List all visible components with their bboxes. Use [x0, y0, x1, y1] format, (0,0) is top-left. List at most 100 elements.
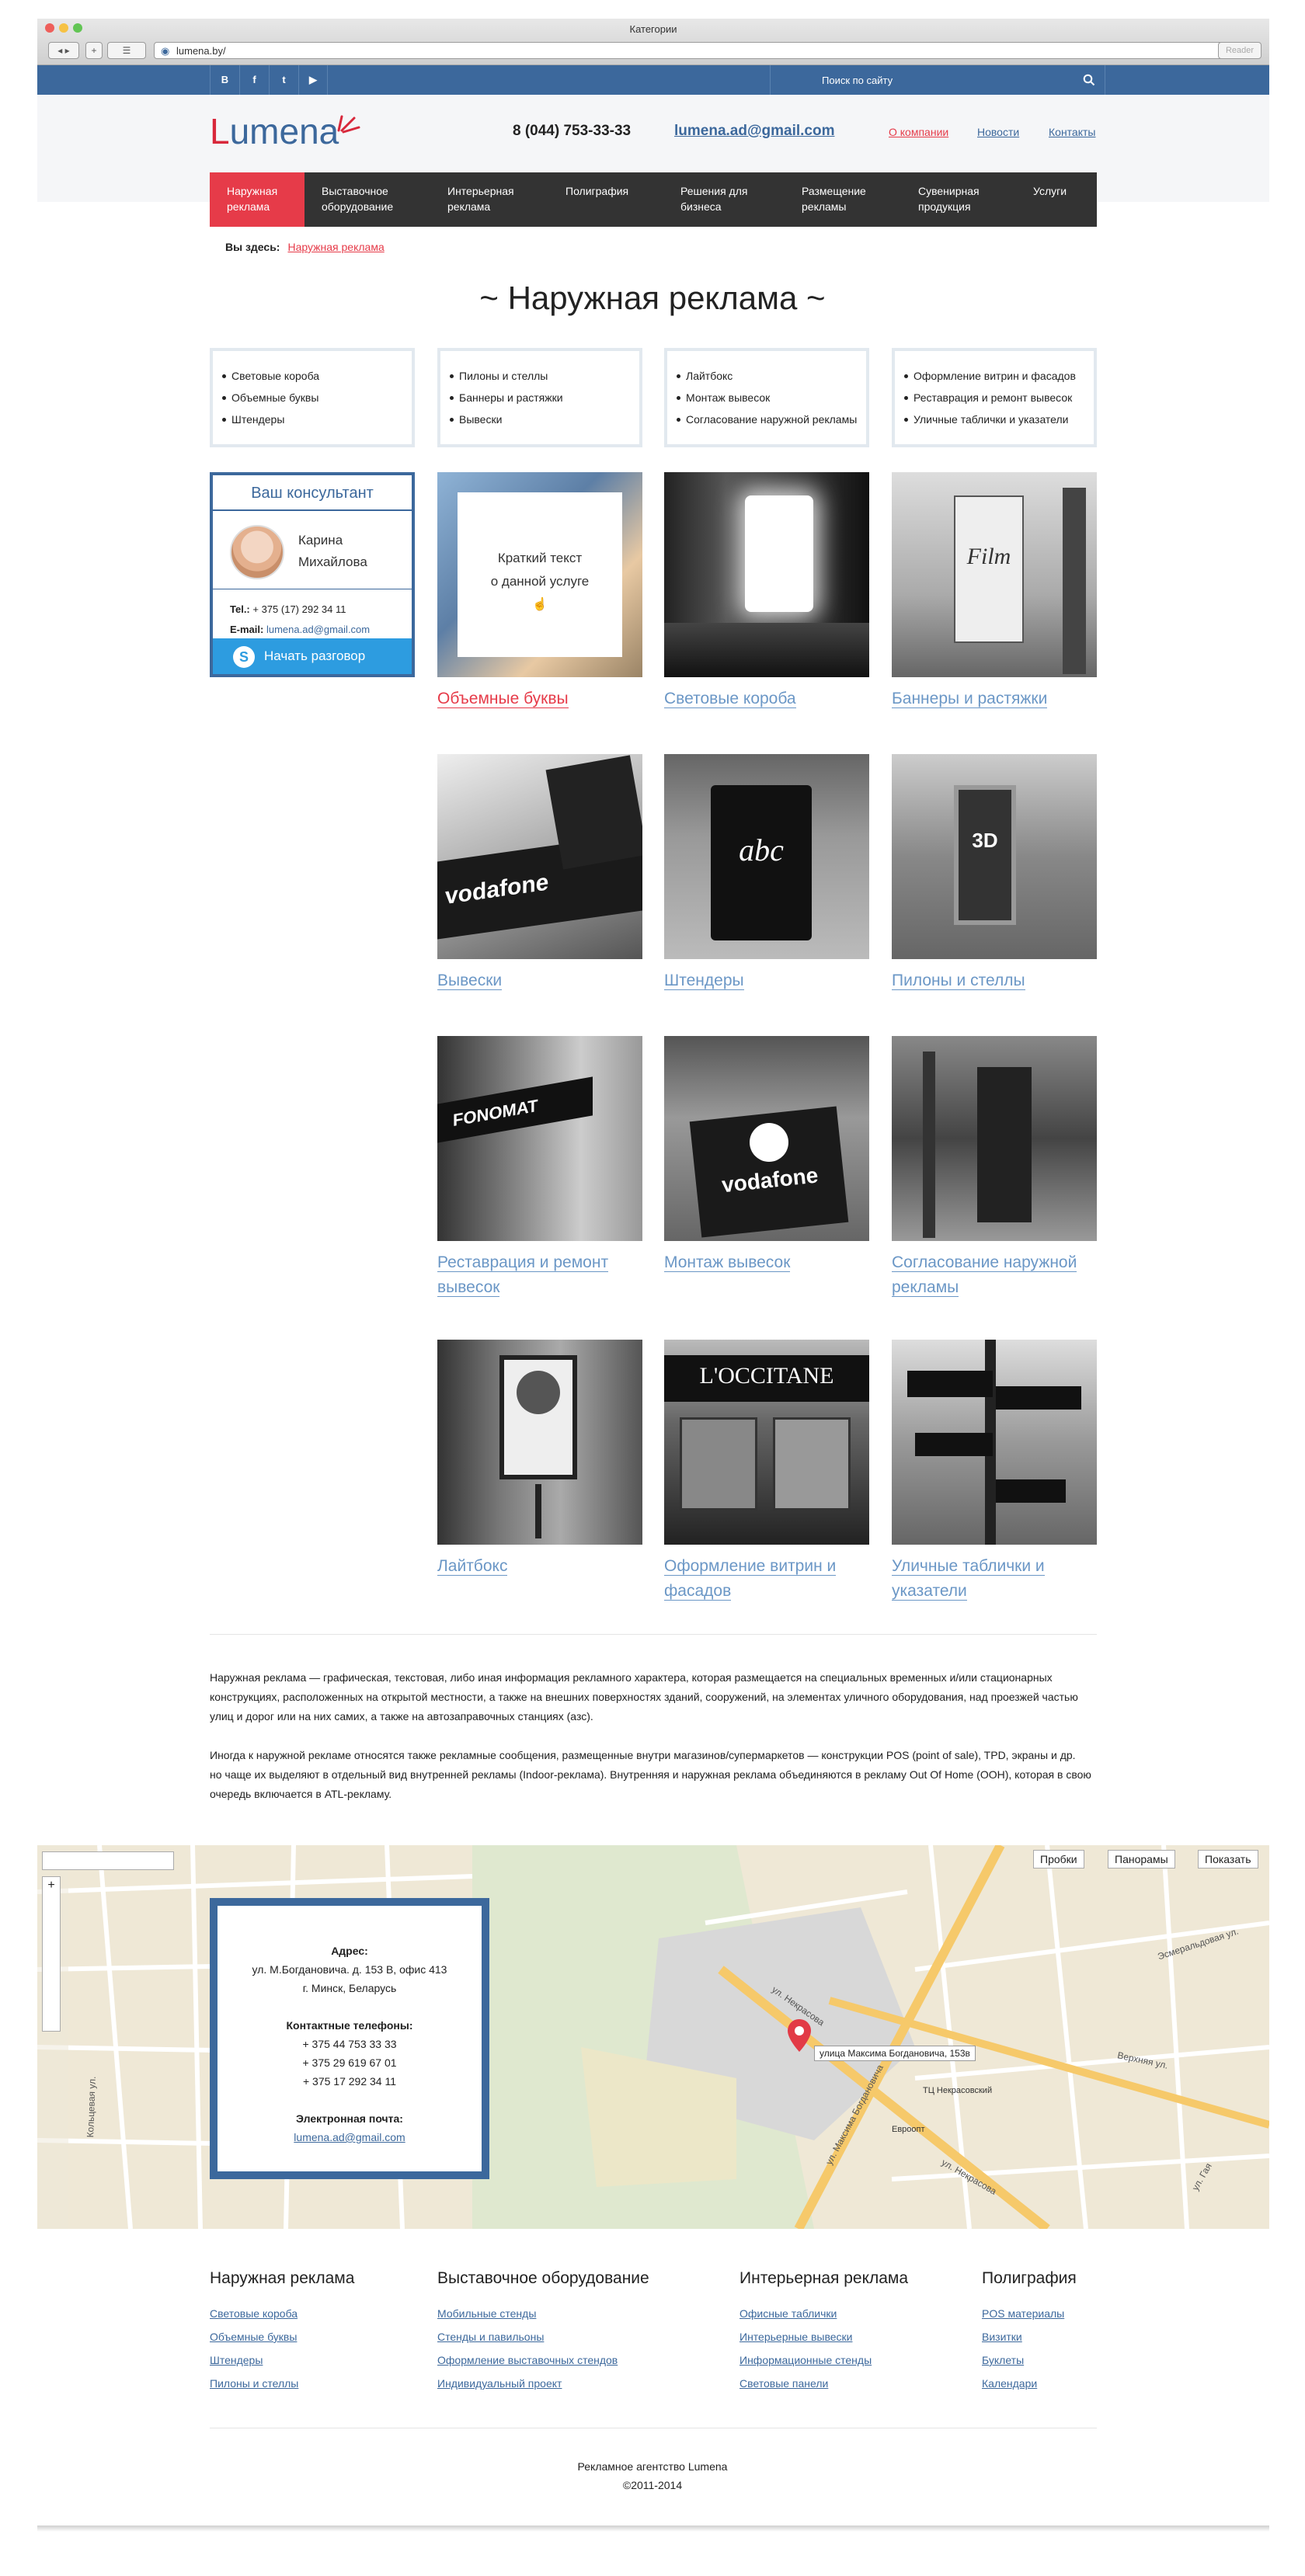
- facebook-icon[interactable]: f: [239, 65, 269, 95]
- footer-link[interactable]: Интерьерные вывески: [740, 2325, 908, 2348]
- breadcrumb-current[interactable]: Наружная реклама: [287, 241, 384, 253]
- footer-link[interactable]: Информационные стенды: [740, 2348, 908, 2372]
- footer-link[interactable]: Пилоны и стеллы: [210, 2372, 354, 2395]
- tile-caption[interactable]: Согласование наружной: [892, 1253, 1077, 1272]
- nav-item-interior[interactable]: Интерьерная реклама: [430, 172, 548, 227]
- search-input[interactable]: Поиск по сайту: [770, 65, 1105, 95]
- nav-item-printing[interactable]: Полиграфия: [548, 172, 663, 227]
- reader-button[interactable]: Reader: [1218, 42, 1262, 59]
- nav-link-contacts[interactable]: Контакты: [1049, 126, 1095, 138]
- breadcrumb-label: Вы здесь:: [225, 241, 280, 253]
- service-tile[interactable]: Уличные таблички и указатели: [892, 1340, 1097, 1604]
- new-tab-button[interactable]: +: [85, 42, 103, 59]
- tile-caption[interactable]: Объемные буквы: [437, 690, 569, 708]
- url-text: lumena.by/: [176, 45, 226, 57]
- page-title: ~ Наружная реклама ~: [479, 280, 826, 316]
- logo[interactable]: Lumena: [210, 110, 360, 152]
- tile-caption[interactable]: Монтаж вывесок: [664, 1253, 791, 1272]
- header-email[interactable]: lumena.ad@gmail.com: [674, 123, 834, 140]
- tile-caption[interactable]: Реставрация и ремонт: [437, 1253, 609, 1272]
- subcategory-link[interactable]: Монтаж вывесок: [677, 387, 866, 408]
- subcategory-link[interactable]: Реставрация и ремонт вывесок: [904, 387, 1094, 408]
- subcategory-link[interactable]: Штендеры: [222, 408, 412, 430]
- subcategory-link[interactable]: Вывески: [450, 408, 639, 430]
- back-forward-button[interactable]: ◂ ▸: [48, 42, 79, 59]
- nav-item-business[interactable]: Решения для бизнеса: [663, 172, 785, 227]
- service-tile[interactable]: vodafone Вывески: [437, 754, 642, 993]
- nav-item-exhibition[interactable]: Выставочное оборудование: [304, 172, 430, 227]
- nav-link-about[interactable]: О компании: [889, 126, 948, 138]
- bookmarks-button[interactable]: ☰: [107, 42, 146, 59]
- service-tile[interactable]: Световые короба: [664, 472, 869, 711]
- youtube-icon[interactable]: ▶: [298, 65, 328, 95]
- nav-link-news[interactable]: Новости: [977, 126, 1019, 138]
- map-tools[interactable]: [42, 1851, 174, 1870]
- footer-link[interactable]: Визитки: [982, 2325, 1077, 2348]
- copyright: Рекламное агентство Lumena ©2011-2014: [577, 2460, 728, 2491]
- footer-link[interactable]: Буклеты: [982, 2348, 1077, 2372]
- footer-column-title: Полиграфия: [982, 2269, 1077, 2287]
- subcategory-link[interactable]: Оформление витрин и фасадов: [904, 365, 1094, 387]
- show-layers-button[interactable]: Показать: [1198, 1850, 1258, 1869]
- footer-link[interactable]: Мобильные стенды: [437, 2302, 649, 2325]
- header-phone: 8 (044) 753-33-33: [513, 123, 632, 139]
- start-chat-button[interactable]: S Начать разговор: [213, 638, 412, 674]
- service-tile[interactable]: Лайтбокс: [437, 1340, 642, 1579]
- service-tile[interactable]: L'OCCITANE Оформление витрин и фасадов: [664, 1340, 869, 1604]
- footer-link[interactable]: Календари: [982, 2372, 1077, 2395]
- consultant-email[interactable]: lumena.ad@gmail.com: [266, 624, 370, 635]
- zoom-slider[interactable]: +: [42, 1876, 61, 2032]
- footer-link[interactable]: Стенды и павильоны: [437, 2325, 649, 2348]
- tile-caption[interactable]: Вывески: [437, 972, 503, 990]
- subcategory-link[interactable]: Объемные буквы: [222, 387, 412, 408]
- map-pin-icon[interactable]: [786, 2018, 813, 2053]
- nav-item-placement[interactable]: Размещение рекламы: [785, 172, 901, 227]
- consultant-phone: + 375 (17) 292 34 11: [252, 603, 346, 615]
- nav-item-outdoor[interactable]: Наружная реклама: [210, 172, 304, 227]
- footer-link[interactable]: Штендеры: [210, 2348, 354, 2372]
- service-photo: FONOMAT: [437, 1036, 642, 1241]
- search-icon[interactable]: [1083, 74, 1095, 86]
- tile-caption[interactable]: Оформление витрин и: [664, 1557, 837, 1576]
- address-bar[interactable]: ◉ lumena.by/ ↻: [154, 42, 1247, 59]
- subcategory-link[interactable]: Пилоны и стеллы: [450, 365, 639, 387]
- subcategory-link[interactable]: Лайтбокс: [677, 365, 866, 387]
- address-card-email[interactable]: lumena.ad@gmail.com: [218, 2128, 482, 2147]
- skype-icon: S: [233, 646, 255, 668]
- footer-link[interactable]: Оформление выставочных стендов: [437, 2348, 649, 2372]
- tile-caption[interactable]: Уличные таблички и: [892, 1557, 1045, 1576]
- footer-link[interactable]: Офисные таблички: [740, 2302, 908, 2325]
- window-edge: [37, 2526, 1269, 2532]
- sun-rays-icon: [337, 115, 360, 134]
- tile-caption[interactable]: Пилоны и стеллы: [892, 972, 1025, 990]
- service-tile[interactable]: FONOMAT Реставрация и ремонт вывесок: [437, 1036, 642, 1300]
- tile-caption[interactable]: Баннеры и растяжки: [892, 690, 1048, 708]
- service-tile[interactable]: Согласование наружной рекламы: [892, 1036, 1097, 1300]
- tile-caption[interactable]: Световые короба: [664, 690, 796, 708]
- nav-item-services[interactable]: Услуги: [1016, 172, 1097, 227]
- nav-item-souvenirs[interactable]: Сувенирная продукция: [901, 172, 1016, 227]
- footer-link[interactable]: Объемные буквы: [210, 2325, 354, 2348]
- vk-icon[interactable]: В: [210, 65, 239, 95]
- service-tile[interactable]: Краткий текст о данной услуге ☝ Объемные…: [437, 472, 642, 711]
- footer-link[interactable]: POS материалы: [982, 2302, 1077, 2325]
- tile-caption[interactable]: Лайтбокс: [437, 1557, 508, 1576]
- breadcrumb: Вы здесь: Наружная реклама: [225, 241, 385, 253]
- subcategory-link[interactable]: Согласование наружной рекламы: [677, 408, 866, 430]
- service-tile[interactable]: abc Штендеры: [664, 754, 869, 993]
- description-paragraph: Иногда к наружной рекламе относятся такж…: [210, 1749, 1091, 1800]
- twitter-icon[interactable]: t: [269, 65, 298, 95]
- panoramas-button[interactable]: Панорамы: [1108, 1850, 1175, 1869]
- subcategory-link[interactable]: Баннеры и растяжки: [450, 387, 639, 408]
- footer-link[interactable]: Световые панели: [740, 2372, 908, 2395]
- service-tile[interactable]: Film Баннеры и растяжки: [892, 472, 1097, 711]
- tile-caption[interactable]: Штендеры: [664, 972, 744, 990]
- place-label: Евроопт: [892, 2125, 925, 2134]
- subcategory-link[interactable]: Световые короба: [222, 365, 412, 387]
- footer-link[interactable]: Световые короба: [210, 2302, 354, 2325]
- traffic-button[interactable]: Пробки: [1033, 1850, 1084, 1869]
- service-tile[interactable]: vodafone Монтаж вывесок: [664, 1036, 869, 1275]
- service-tile[interactable]: 3D Пилоны и стеллы: [892, 754, 1097, 993]
- subcategory-link[interactable]: Уличные таблички и указатели: [904, 408, 1094, 430]
- footer-link[interactable]: Индивидуальный проект: [437, 2372, 649, 2395]
